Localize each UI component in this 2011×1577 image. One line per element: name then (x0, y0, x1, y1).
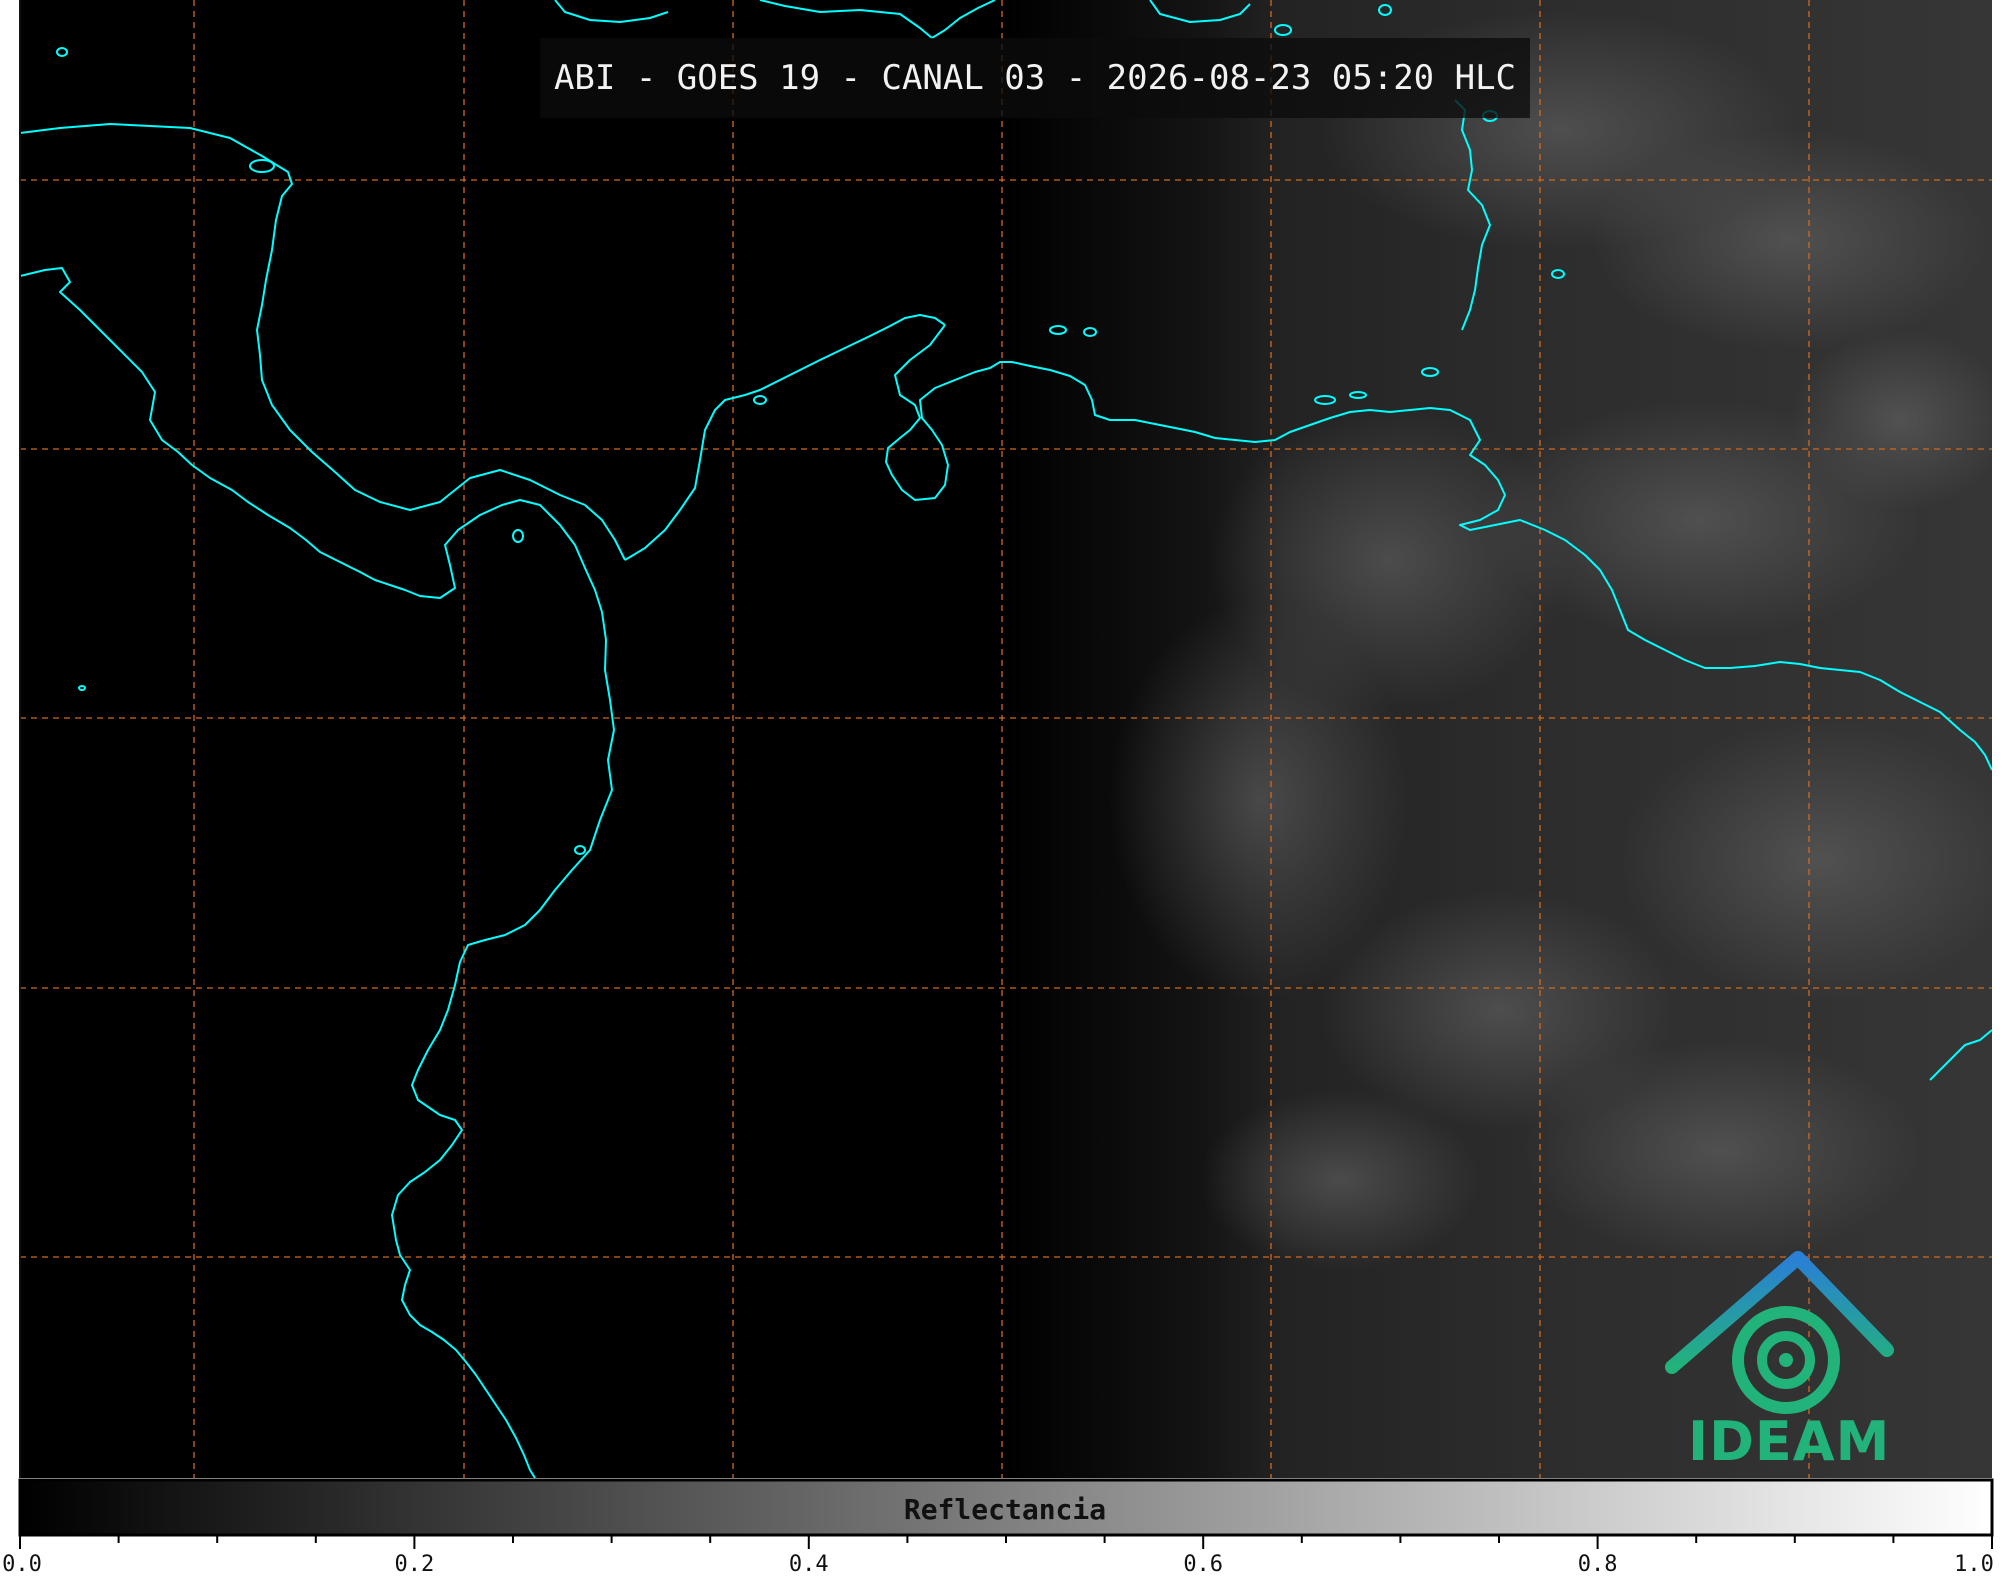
colorbar-label: Reflectancia (903, 1493, 1107, 1526)
colorbar-ticks (19, 1535, 1993, 1549)
colorbar-tick-label: 1.0 (1954, 1552, 1994, 1577)
colorbar-tick-label: 0.0 (2, 1552, 42, 1577)
colorbar-tick-label: 0.8 (1577, 1552, 1618, 1577)
colorbar-tick-label: 0.2 (394, 1552, 435, 1577)
map-title: ABI - GOES 19 - CANAL 03 - 2026-08-23 05… (540, 38, 1530, 118)
colorbar-tick-label: 0.6 (1183, 1552, 1224, 1577)
colorbar-tick-label: 0.4 (788, 1552, 829, 1577)
satellite-map (18, 0, 1994, 1549)
ideam-logo-text: IDEAM (1688, 1410, 1891, 1473)
